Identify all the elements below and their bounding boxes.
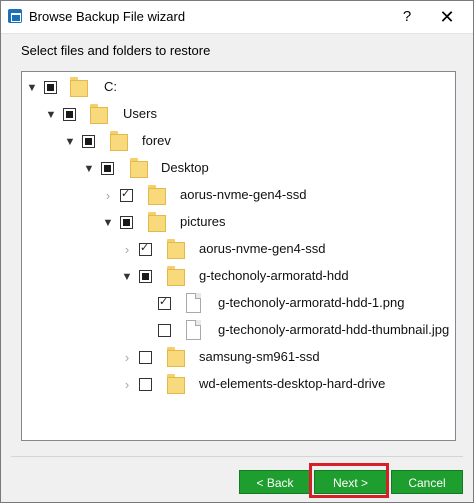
tree-node-label: wd-elements-desktop-hard-drive [199,376,386,391]
folder-icon [130,158,148,178]
file-tree[interactable]: ▼ C: ▼ Users ▼ forev ▼ Desktop › ✓ aorus… [21,71,456,441]
tree-node-label: aorus-nvme-gen4-ssd [180,187,307,202]
tree-node-label: C: [104,79,117,94]
window-title: Browse Backup File wizard [29,9,186,24]
folder-icon [167,266,185,286]
next-button-highlight [309,463,389,498]
tree-node-label: g-techonoly-armoratd-hdd [199,268,349,283]
folder-icon [90,104,108,124]
checkbox-unchecked[interactable] [139,378,152,391]
folder-icon [167,347,185,367]
checkbox-unchecked[interactable] [158,324,171,337]
tree-node-label: g-techonoly-armoratd-hdd-thumbnail.jpg [218,322,450,337]
chevron-down-icon[interactable]: ▼ [121,265,133,289]
tree-node-label: samsung-sm961-ssd [199,349,320,364]
folder-icon [167,374,185,394]
chevron-right-icon[interactable]: › [102,184,114,208]
chevron-down-icon[interactable]: ▼ [45,103,57,127]
folder-icon [148,212,166,232]
back-button[interactable]: < Back [239,470,311,494]
folder-icon [110,131,128,151]
tree-node-label: forev [142,133,171,148]
footer-divider [11,456,463,457]
tree-node-label: g-techonoly-armoratd-hdd-1.png [218,295,405,310]
chevron-right-icon[interactable]: › [121,373,133,397]
close-button[interactable]: ✕ [433,5,461,29]
title-bar: Browse Backup File wizard ? ✕ [1,1,473,34]
instruction-text: Select files and folders to restore [21,43,211,58]
folder-icon [148,185,166,205]
checkbox-partial[interactable] [63,108,76,121]
tree-node-label: aorus-nvme-gen4-ssd [199,241,326,256]
chevron-down-icon[interactable]: ▼ [102,211,114,235]
checkbox-partial[interactable] [101,162,114,175]
tree-node-label: Desktop [161,160,209,175]
checkbox-partial[interactable] [139,270,152,283]
chevron-right-icon[interactable]: › [121,238,133,262]
wizard-window: Browse Backup File wizard ? ✕ Select fil… [0,0,474,503]
checkbox-checked[interactable] [139,241,152,256]
file-icon [186,293,201,313]
folder-icon [167,239,185,259]
folder-icon [70,77,88,97]
file-icon [186,320,201,340]
cancel-button[interactable]: Cancel [391,470,463,494]
chevron-down-icon[interactable]: ▼ [26,76,38,100]
tree-node-label: pictures [180,214,226,229]
app-icon [8,9,22,23]
checkbox-checked[interactable] [158,295,171,310]
checkbox-partial[interactable] [44,81,57,94]
help-button[interactable]: ? [393,5,421,29]
checkbox-partial[interactable] [82,135,95,148]
chevron-down-icon[interactable]: ▼ [64,130,76,154]
chevron-down-icon[interactable]: ▼ [83,157,95,181]
tree-node-label: Users [123,106,157,121]
checkbox-checked[interactable] [120,187,133,202]
chevron-right-icon[interactable]: › [121,346,133,370]
checkbox-unchecked[interactable] [139,351,152,364]
checkbox-partial[interactable] [120,216,133,229]
